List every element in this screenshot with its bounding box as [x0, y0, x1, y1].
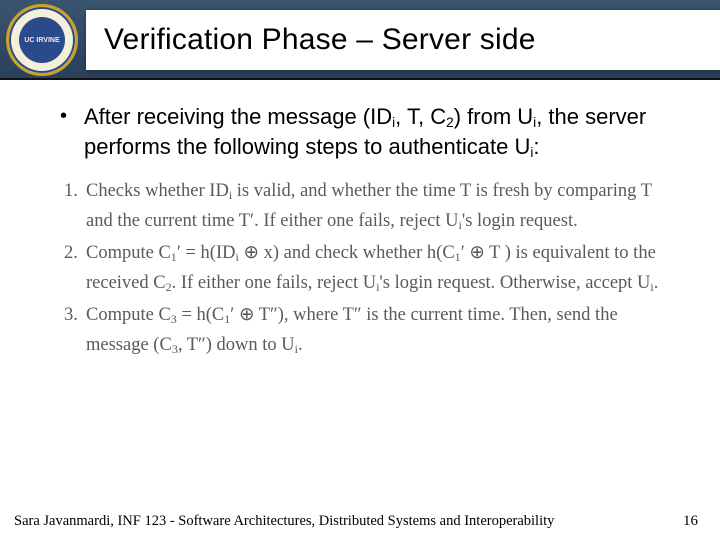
t: 1 [171, 250, 177, 264]
step-text: Compute C1′ = h(IDi ⊕ x) and check wheth… [86, 239, 670, 299]
t: ) from U [454, 104, 533, 129]
t: 2 [166, 280, 172, 294]
t: i [235, 250, 238, 264]
step-num: 1. [64, 177, 86, 237]
t: i [376, 280, 379, 294]
t: 1 [455, 250, 461, 264]
page-number: 16 [683, 513, 698, 530]
t: i [650, 280, 653, 294]
header-divider [0, 78, 720, 80]
t: 's login request. Otherwise, accept U [379, 273, 650, 293]
step-num: 3. [64, 301, 86, 361]
t: 2 [446, 115, 454, 130]
uc-seal-icon: UC IRVINE [6, 4, 78, 76]
t: i [530, 145, 533, 160]
t: ′ = h(ID [177, 243, 236, 263]
t: ⊕ x) and check whether h(C [239, 243, 455, 263]
step-text: Compute C3 = h(C1′ ⊕ T″), where T″ is th… [86, 301, 670, 361]
t: . [654, 273, 659, 293]
step-text: Checks whether IDi is valid, and whether… [86, 177, 670, 237]
t: 's login request. [462, 211, 578, 231]
t: i [533, 115, 536, 130]
t: = h(C [177, 305, 224, 325]
seal-inner: UC IRVINE [19, 17, 65, 63]
t: Checks whether ID [86, 181, 229, 201]
slide-title: Verification Phase – Server side [104, 23, 536, 57]
t: : [533, 134, 539, 159]
t: i [229, 188, 232, 202]
t: i [295, 342, 298, 356]
t: Compute C [86, 243, 171, 263]
step-num: 2. [64, 239, 86, 299]
steps-list: 1. Checks whether IDi is valid, and whet… [60, 177, 670, 361]
header-bar: UC IRVINE Verification Phase – Server si… [0, 0, 720, 80]
intro-bullet: • After receiving the message (IDi, T, C… [60, 102, 670, 161]
t: i [392, 115, 395, 130]
t: Compute C [86, 305, 171, 325]
t: i [459, 218, 462, 232]
t: 3 [171, 312, 177, 326]
step-3: 3. Compute C3 = h(C1′ ⊕ T″), where T″ is… [64, 301, 670, 361]
t: . [298, 335, 303, 355]
step-2: 2. Compute C1′ = h(IDi ⊕ x) and check wh… [64, 239, 670, 299]
step-1: 1. Checks whether IDi is valid, and whet… [64, 177, 670, 237]
bullet-dot-icon: • [60, 102, 84, 161]
t: After receiving the message (ID [84, 104, 392, 129]
t: 3 [172, 342, 178, 356]
title-container: Verification Phase – Server side [86, 10, 720, 70]
t: , T″) down to U [178, 335, 295, 355]
slide: UC IRVINE Verification Phase – Server si… [0, 0, 720, 540]
footer-text: Sara Javanmardi, INF 123 - Software Arch… [14, 513, 554, 530]
intro-text: After receiving the message (IDi, T, C2)… [84, 102, 670, 161]
t: , T, C [395, 104, 446, 129]
t: . If either one fails, reject U [172, 273, 376, 293]
t: 1 [224, 312, 230, 326]
footer: Sara Javanmardi, INF 123 - Software Arch… [0, 513, 720, 530]
slide-body: • After receiving the message (IDi, T, C… [0, 80, 720, 540]
